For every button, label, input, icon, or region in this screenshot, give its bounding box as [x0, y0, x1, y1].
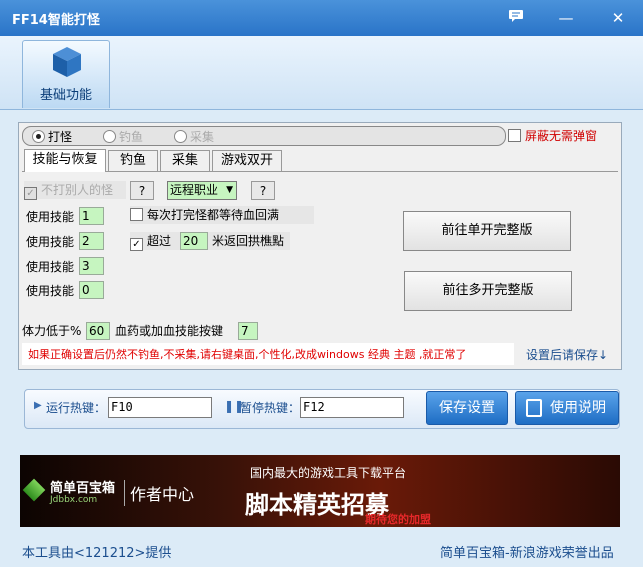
- warning-text: 如果正确设置后仍然不钓鱼,不采集,请右键桌面,个性化,改成windows 经典 …: [28, 348, 467, 361]
- checkbox-icon: ✓: [130, 238, 143, 251]
- save-settings-button[interactable]: 保存设置: [426, 391, 508, 425]
- pause-hotkey-label: 暂停热键：: [240, 401, 301, 415]
- logo-url: Jdbbx.com: [50, 495, 98, 505]
- help-button-2[interactable]: ?: [251, 181, 275, 200]
- skill-key-3[interactable]: 3: [79, 257, 104, 275]
- tab-strip: 技能与恢复 钓鱼 采集 游戏双开: [24, 149, 282, 172]
- tab-gather[interactable]: 采集: [160, 150, 210, 171]
- wait-hp-checkbox[interactable]: 每次打完怪都等待血回满: [130, 206, 314, 224]
- multi-full-version-button[interactable]: 前往多开完整版: [404, 271, 572, 311]
- checkbox-icon: [508, 129, 521, 142]
- warning-box: 如果正确设置后仍然不钓鱼,不采集,请右键桌面,个性化,改成windows 经典 …: [22, 343, 514, 365]
- footer-provider: 本工具由<121212>提供: [22, 546, 172, 561]
- no-attack-others-checkbox[interactable]: ✓ 不打别人的怪: [24, 181, 126, 200]
- author-center: 作者中心: [130, 485, 195, 504]
- mode-radio-hunt[interactable]: 打怪: [32, 129, 72, 145]
- chevron-down-icon: ▼: [226, 185, 233, 195]
- skill-key-4[interactable]: 0: [79, 281, 104, 299]
- single-full-version-button[interactable]: 前往单开完整版: [403, 211, 571, 251]
- tab-fishing[interactable]: 钓鱼: [108, 150, 158, 171]
- title-bar[interactable]: FF14智能打怪 — ✕: [0, 0, 643, 36]
- potion-key-label: 血药或加血技能按键: [115, 324, 224, 338]
- tab-dual-open[interactable]: 游戏双开: [212, 150, 282, 171]
- run-hotkey-label: 运行热键：: [46, 401, 107, 415]
- use-skill-label-3: 使用技能: [26, 260, 75, 274]
- pause-hotkey-input[interactable]: F12: [300, 397, 404, 418]
- potion-key-input[interactable]: 7: [238, 322, 258, 340]
- banner-top-line: 国内最大的游戏工具下载平台: [250, 466, 407, 480]
- disable-popup-checkbox[interactable]: 屏蔽无需弹窗: [508, 128, 597, 144]
- play-icon: ▶: [34, 400, 42, 411]
- footer-credit: 简单百宝箱-新浪游戏荣誉出品: [440, 546, 614, 561]
- window-title: FF14智能打怪: [12, 13, 100, 28]
- radio-icon: [174, 130, 187, 143]
- use-skill-label-1: 使用技能: [26, 210, 75, 224]
- basic-functions-label: 基础功能: [39, 88, 92, 103]
- logo-name: 简单百宝箱: [50, 481, 116, 496]
- banner-divider: [124, 480, 125, 506]
- use-skill-label-2: 使用技能: [26, 235, 75, 249]
- mode-radio-gather[interactable]: 采集: [174, 129, 214, 145]
- close-icon[interactable]: ✕: [607, 8, 629, 28]
- minimize-icon[interactable]: —: [555, 8, 577, 28]
- document-icon: [526, 399, 542, 417]
- return-label: 米返回拱樵點: [212, 234, 285, 248]
- ad-banner[interactable]: 简单百宝箱 Jdbbx.com 作者中心 国内最大的游戏工具下载平台 脚本精英招…: [20, 455, 620, 527]
- save-hint: 设置后请保存↓: [526, 348, 609, 362]
- banner-subline: 期待您的加盟: [365, 513, 431, 526]
- run-hotkey-input[interactable]: F10: [108, 397, 212, 418]
- help-manual-button[interactable]: 使用说明: [515, 391, 619, 425]
- use-skill-label-4: 使用技能: [26, 284, 75, 298]
- mode-radio-fishing[interactable]: 钓鱼: [103, 129, 143, 145]
- hp-low-input[interactable]: 60: [86, 322, 110, 340]
- mode-selector: [22, 126, 506, 146]
- skill-key-1[interactable]: 1: [79, 207, 104, 225]
- checkbox-icon: [130, 208, 143, 221]
- basic-functions-tab[interactable]: 基础功能: [22, 40, 110, 108]
- help-button-1[interactable]: ?: [130, 181, 154, 200]
- return-distance-input[interactable]: 20: [180, 232, 208, 250]
- job-select[interactable]: 远程职业 ▼: [167, 181, 237, 200]
- skill-key-2[interactable]: 2: [79, 232, 104, 250]
- cube-icon: [53, 47, 81, 77]
- radio-icon: [32, 130, 45, 143]
- radio-icon: [103, 130, 116, 143]
- hp-low-label: 体力低于%: [22, 324, 82, 338]
- checkbox-icon: ✓: [24, 187, 37, 200]
- message-icon[interactable]: [505, 8, 527, 28]
- tab-skills[interactable]: 技能与恢复: [24, 149, 106, 172]
